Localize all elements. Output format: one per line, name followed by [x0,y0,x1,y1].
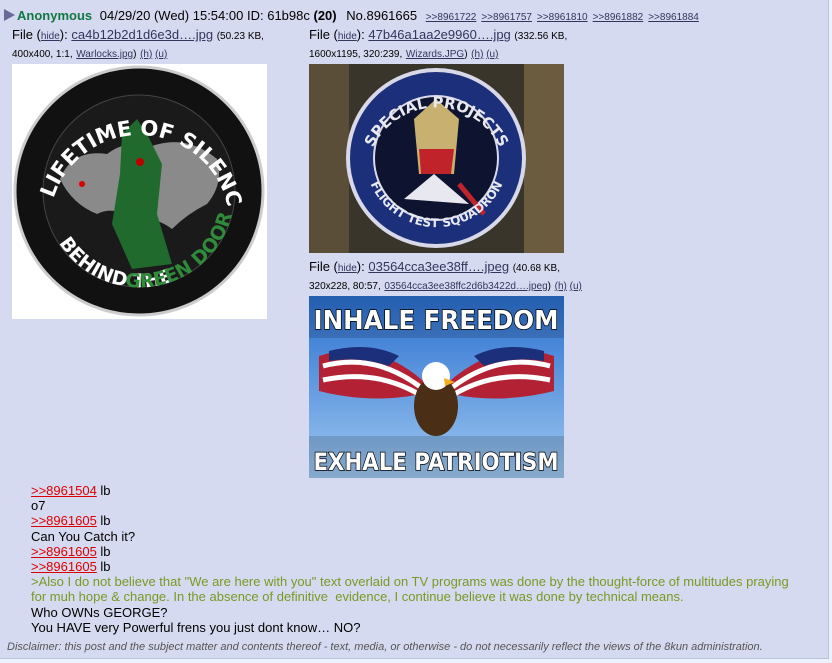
file-3-thumbnail[interactable]: INHALE FREEDOM EXHALE PATRIOTISM [309,296,564,478]
file-dimensions: 320x228, 80:57, [309,281,381,292]
body-text: lb [96,559,111,575]
original-filename-link[interactable]: 03564cca3ee38ffc2d6b3422d….jpeg [384,281,547,292]
disclaimer: Disclaimer: this post and the subject ma… [7,641,763,653]
post-menu-arrow-icon[interactable] [4,9,15,21]
quote-link[interactable]: >>8961605 [31,559,97,574]
post-reply: Anonymous 04/29/20 (Wed) 15:54:00 ID: 61… [0,0,829,659]
file-label-close: ): [59,27,68,42]
file-label: File ( [12,27,41,42]
body-line: >>8961605 lb [31,513,791,528]
file-label: File ( [309,259,338,274]
poster-post-count: (20) [313,8,337,23]
poster-id[interactable]: 61b98c [267,8,310,23]
file-1-thumbnail[interactable]: A LIFETIME OF SILENCE BEHIND THE GREEN D… [12,64,267,319]
file-size: (332.56 KB, [514,31,568,42]
file-name-link[interactable]: 47b46a1aa2e9960….jpg [368,27,510,42]
poster-id-label: ID: [246,8,264,23]
body-text: lb [96,483,111,498]
file-3: File (hide): 03564cca3ee38ff….jpeg (40.6… [309,259,609,295]
greentext-line: >Also I do not believe that "We are here… [31,574,793,605]
quote-link[interactable]: >>8961605 [31,513,97,528]
quote-link[interactable]: >>8961605 [31,544,97,559]
post-body: >>8961504 lb o7 >>8961605 lb Can You Cat… [31,483,791,635]
file-2-thumbnail[interactable]: SPECIAL PROJECTS FLIGHT TEST SQUADRON [309,64,564,253]
original-filename-link[interactable]: Warlocks.jpg [76,49,133,60]
hide-file-link[interactable]: hide [41,31,60,42]
file-size: (40.68 KB, [512,263,560,274]
body-text: lb [96,513,111,529]
file-size: (50.23 KB, [216,31,264,42]
backlink[interactable]: >>8961810 [537,12,588,23]
file-name-link[interactable]: 03564cca3ee38ff….jpeg [368,259,509,274]
backlink[interactable]: >>8961882 [593,12,644,23]
file-info: File (hide): ca4b12b2d1d6e3d….jpg (50.23… [12,27,264,60]
file-name-link[interactable]: ca4b12b2d1d6e3d….jpg [71,27,213,42]
file-label-close: ): [356,27,365,42]
body-text: lb [96,543,111,559]
quote-link[interactable]: >>8961504 [31,483,97,498]
backlink[interactable]: >>8961757 [481,12,532,23]
poster-name: Anonymous [17,8,93,23]
file-label-close: ): [356,259,365,274]
file-dimensions: 400x400, 1:1, [12,49,73,60]
file-label: File ( [309,27,338,42]
body-line: >>8961605 lb [31,544,791,559]
body-line: Can You Catch it? [31,528,136,544]
unique-search-link[interactable]: (u) [486,49,498,60]
hide-file-link[interactable]: hide [338,263,357,274]
post-date: 04/29/20 (Wed) 15:54:00 [99,8,244,23]
file-info: File (hide): 47b46a1aa2e9960….jpg (332.5… [309,27,568,60]
post-intro: Anonymous 04/29/20 (Wed) 15:54:00 ID: 61… [4,8,699,23]
backlink[interactable]: >>8961722 [426,12,477,23]
file-dimensions: 1600x1195, 320:239, [309,49,403,60]
hash-search-link[interactable]: (h) [471,49,483,60]
file-info: File (hide): 03564cca3ee38ff….jpeg (40.6… [309,259,582,292]
file-2: File (hide): 47b46a1aa2e9960….jpg (332.5… [309,27,609,63]
eagle-top-text: INHALE FREEDOM [314,306,559,336]
hash-search-link[interactable]: (h) [140,49,152,60]
unique-search-link[interactable]: (u) [570,281,582,292]
body-line: >>8961504 lb [31,483,791,498]
file-1: File (hide): ca4b12b2d1d6e3d….jpg (50.23… [12,27,292,63]
backlink[interactable]: >>8961884 [648,12,699,23]
body-line: Who OWNs GEORGE? [31,604,168,620]
body-line: You HAVE very Powerful frens you just do… [31,619,361,635]
eagle-bottom-text: EXHALE PATRIOTISM [314,448,559,476]
original-filename-link[interactable]: Wizards.JPG [406,49,464,60]
hash-search-link[interactable]: (h) [555,281,567,292]
body-line: >>8961605 lb [31,559,791,574]
unique-search-link[interactable]: (u) [155,49,167,60]
hide-file-link[interactable]: hide [338,31,357,42]
body-line: o7 [31,498,46,514]
post-number[interactable]: No.8961665 [346,8,417,23]
